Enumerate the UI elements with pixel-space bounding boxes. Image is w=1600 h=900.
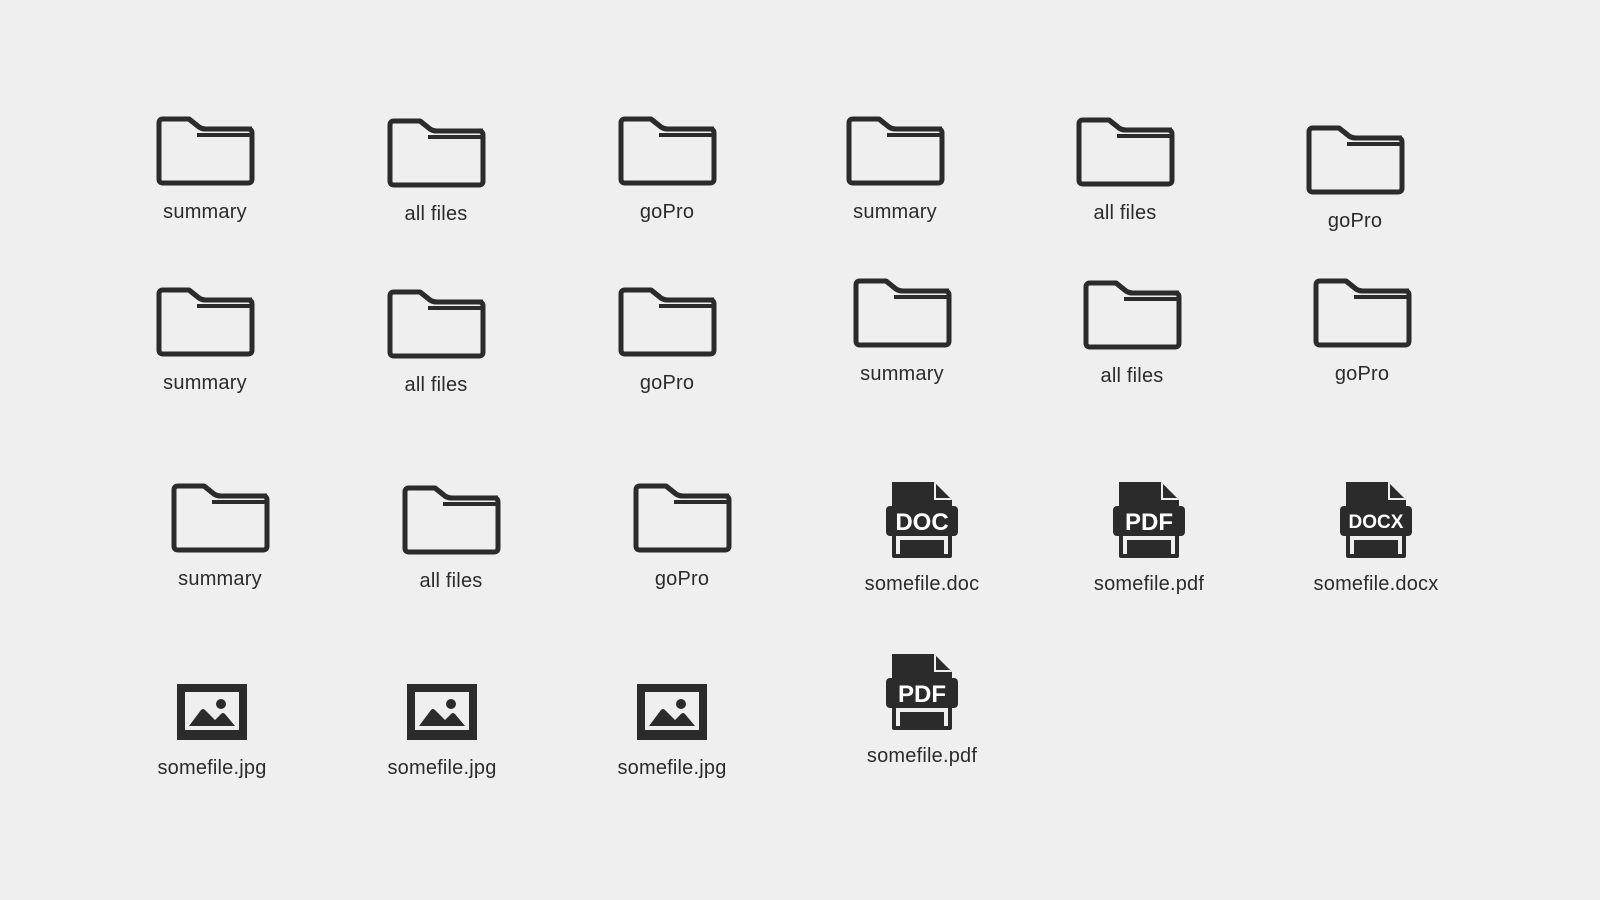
folder-icon [381,277,491,361]
item-label: all files [404,374,468,396]
pdf-file-item[interactable]: PDF somefile.pdf [842,648,1002,768]
docx-file-icon: DOCX [1321,476,1431,560]
item-label: somefile.jpg [157,757,267,779]
item-label: somefile.pdf [866,745,978,767]
item-label: summary [178,568,262,590]
folder-item[interactable]: summary [140,471,300,591]
item-label: somefile.doc [864,573,980,595]
folder-item[interactable]: goPro [1275,113,1435,233]
doc-file-icon: DOC [867,476,977,560]
folder-item[interactable]: summary [822,266,982,386]
folder-icon [847,266,957,350]
folder-item[interactable]: goPro [587,104,747,224]
folder-item[interactable]: summary [815,104,975,224]
folder-item[interactable]: all files [1052,268,1212,388]
item-label: summary [163,201,247,223]
folder-item[interactable]: goPro [1282,266,1442,386]
item-label: somefile.pdf [1093,573,1205,595]
item-label: goPro [1327,210,1383,232]
folder-icon [612,275,722,359]
folder-item[interactable]: summary [125,104,285,224]
folder-icon [150,275,260,359]
pdf-file-item[interactable]: PDF somefile.pdf [1069,476,1229,596]
item-label: summary [163,372,247,394]
folder-item[interactable]: all files [356,106,516,226]
image-file-item[interactable]: somefile.jpg [132,660,292,780]
folder-icon [612,104,722,188]
folder-icon [1077,268,1187,352]
pdf-file-icon: PDF [867,648,977,732]
folder-icon [840,104,950,188]
image-file-item[interactable]: somefile.jpg [592,660,752,780]
item-label: goPro [639,372,695,394]
item-label: all files [404,203,468,225]
folder-item[interactable]: goPro [602,471,762,591]
item-label: all files [419,570,483,592]
folder-icon [1070,105,1180,189]
folder-item[interactable]: goPro [587,275,747,395]
folder-item[interactable]: all files [356,277,516,397]
pdf-badge-text: PDF [1125,509,1173,536]
docx-file-item[interactable]: DOCX somefile.docx [1296,476,1456,596]
item-label: goPro [654,568,710,590]
docx-badge-text: DOCX [1349,512,1404,533]
folder-icon [150,104,260,188]
folder-item[interactable]: all files [371,473,531,593]
doc-badge-text: DOC [895,509,948,536]
item-label: somefile.jpg [387,757,497,779]
folder-item[interactable]: all files [1045,105,1205,225]
item-label: summary [860,363,944,385]
item-label: somefile.jpg [617,757,727,779]
file-grid: summary all files goPro summary all file… [0,0,1600,900]
item-label: goPro [1334,363,1390,385]
folder-icon [627,471,737,555]
item-label: summary [853,201,937,223]
item-label: goPro [639,201,695,223]
pdf-file-icon: PDF [1094,476,1204,560]
image-file-item[interactable]: somefile.jpg [362,660,522,780]
image-file-icon [157,660,267,744]
folder-icon [165,471,275,555]
pdf-badge-text: PDF [898,681,946,708]
doc-file-item[interactable]: DOC somefile.doc [842,476,1002,596]
item-label: all files [1093,202,1157,224]
folder-icon [396,473,506,557]
item-label: all files [1100,365,1164,387]
folder-item[interactable]: summary [125,275,285,395]
image-file-icon [387,660,497,744]
folder-icon [1307,266,1417,350]
folder-icon [381,106,491,190]
folder-icon [1300,113,1410,197]
image-file-icon [617,660,727,744]
item-label: somefile.docx [1313,573,1439,595]
